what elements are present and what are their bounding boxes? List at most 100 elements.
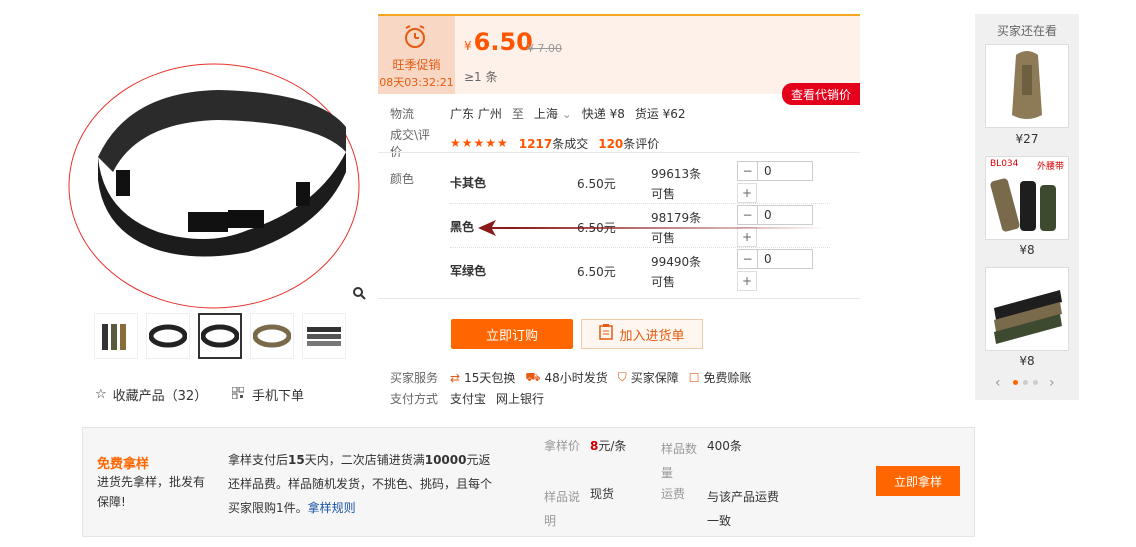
logistics-to-value: 上海	[533, 107, 558, 121]
reviews-count: 120	[598, 136, 624, 151]
sidebar-tag-extra: 外腰带	[1036, 162, 1064, 172]
carousel-dots	[1013, 380, 1038, 385]
thumbnail-3[interactable]	[198, 313, 242, 359]
truck-icon: ⛟	[525, 369, 541, 384]
mobile-order-button[interactable]: 手机下单	[231, 385, 305, 404]
payment-label: 支付方式	[390, 392, 439, 406]
sample-price: 8元/条	[590, 437, 626, 454]
sample-rule-link[interactable]: 拿样规则	[308, 501, 356, 515]
sample-price-label: 拿样价	[544, 439, 581, 453]
qty-stepper[interactable]: −0	[737, 161, 813, 181]
sidebar-product-3[interactable]	[985, 267, 1069, 351]
currency-symbol: ¥	[464, 39, 472, 53]
alarm-clock-icon	[405, 25, 425, 48]
service-credit[interactable]: ☐ 免费赊账	[689, 369, 752, 386]
qr-code-icon	[231, 386, 245, 403]
freight-fee: 货运 ¥62	[634, 107, 686, 121]
service-exchange[interactable]: ⇄ 15天包换	[450, 369, 515, 386]
qty-stepper[interactable]: −0	[737, 249, 813, 269]
also-viewed-sidebar: 买家还在看 ¥27 BL034 外腰带 ¥8 ¥8 ‹ ›	[975, 14, 1079, 400]
qty-input[interactable]: 0	[758, 250, 812, 268]
color-name: 黑色	[450, 220, 475, 234]
payment-alipay: 支付宝	[450, 392, 487, 406]
logistics-to-select[interactable]: 上海 ⌄	[534, 105, 572, 122]
color-price: 6.50元	[577, 265, 616, 279]
service-protection[interactable]: ⛉ 买家保障	[618, 369, 679, 386]
star-outline-icon: ☆	[95, 387, 107, 402]
sidebar-price: ¥8	[1019, 354, 1035, 368]
chevron-right-icon[interactable]: ›	[1049, 375, 1055, 391]
logistics-label: 物流	[390, 107, 415, 121]
services-row: 买家服务 ⇄ 15天包换 ⛟ 48小时发货 ⛉ 买家保障 ☐ 免费赊账	[390, 369, 752, 386]
agent-price-button[interactable]: 查看代销价	[782, 83, 860, 105]
sample-note-value: 现货	[590, 487, 615, 501]
service-label: 买家保障	[630, 371, 679, 385]
deals-label: 成交\评价	[390, 128, 431, 159]
product-main-image[interactable]	[68, 62, 360, 310]
row-divider	[450, 203, 830, 204]
add-to-cart-button[interactable]: 加入进货单	[581, 319, 703, 349]
get-sample-button[interactable]: 立即拿样	[876, 466, 960, 496]
order-now-button[interactable]: 立即订购	[451, 319, 573, 349]
sample-ship-label: 运费	[661, 487, 686, 501]
chevron-down-icon: ⌄	[561, 107, 572, 121]
deals-unit: 条成交	[552, 136, 589, 151]
sample-subtitle: 进货先拿样，批发有保障!	[97, 475, 206, 509]
thumbnail-1[interactable]	[94, 313, 138, 359]
promo-badge: 旺季促销 08天03:32:21	[378, 16, 455, 94]
favorite-button[interactable]: ☆ 收藏产品（32）	[95, 385, 207, 404]
thumbnail-2[interactable]	[146, 313, 190, 359]
service-label: 15天包换	[464, 371, 516, 385]
color-name: 卡其色	[450, 176, 487, 190]
service-label: 48小时发货	[544, 371, 608, 385]
qty-input[interactable]: 0	[758, 162, 812, 180]
price-value: 6.50	[473, 28, 533, 56]
current-price: ¥6.50	[464, 28, 533, 56]
services-label: 买家服务	[390, 371, 439, 385]
thumbnail-4[interactable]	[250, 313, 294, 359]
desc-amount: 10000	[424, 453, 467, 467]
carousel-dot[interactable]	[1023, 380, 1028, 385]
desc-days: 15	[288, 453, 305, 467]
sidebar-price: ¥27	[1015, 132, 1039, 146]
logistics-to-word: 至	[511, 107, 524, 121]
sidebar-tag: BL034	[990, 159, 1019, 169]
service-label: 免费赊账	[703, 371, 752, 385]
shield-icon: ⛉	[617, 370, 627, 384]
plus-icon[interactable]: +	[737, 271, 757, 291]
promo-label: 旺季促销	[392, 58, 441, 72]
add-to-cart-label: 加入进货单	[619, 328, 685, 344]
zoom-icon[interactable]	[348, 282, 370, 304]
deals-link[interactable]: 1217条成交	[519, 135, 588, 152]
sidebar-title: 买家还在看	[996, 24, 1057, 38]
sample-description: 拿样支付后15天内，二次店铺进货满10000元返还样品费。样品随机发货，不挑色、…	[228, 448, 498, 520]
divider	[378, 298, 860, 299]
express-fee: 快递 ¥8	[581, 107, 625, 121]
sample-note-label: 样品说明	[544, 490, 581, 528]
sidebar-product-1[interactable]	[985, 44, 1069, 128]
deals-count: 1217	[518, 136, 553, 151]
minus-icon[interactable]: −	[738, 162, 758, 180]
sample-qty-value: 400条	[707, 439, 742, 453]
row-divider	[450, 247, 830, 248]
color-label: 颜色	[390, 172, 415, 186]
clipboard-icon	[599, 324, 614, 344]
sidebar-product-2[interactable]: BL034 外腰带	[985, 156, 1069, 240]
sample-qty-label: 样品数量	[661, 442, 698, 480]
payment-bank: 网上银行	[496, 392, 545, 406]
color-stock: 99613条可售	[651, 167, 702, 201]
thumbnail-5[interactable]	[302, 313, 346, 359]
mobile-order-label: 手机下单	[252, 389, 305, 404]
desc-part: 天内，二次店铺进货满	[304, 453, 425, 467]
exchange-icon: ⇄	[450, 370, 461, 385]
reviews-link[interactable]: 120条评价	[598, 135, 659, 152]
plus-icon[interactable]: +	[737, 183, 757, 203]
promo-countdown: 08天03:32:21	[379, 76, 454, 89]
carousel-dot-active[interactable]	[1013, 380, 1018, 385]
favorite-label: 收藏产品（32）	[112, 389, 208, 404]
carousel-dot[interactable]	[1033, 380, 1038, 385]
minus-icon[interactable]: −	[738, 250, 758, 268]
chevron-left-icon[interactable]: ‹	[995, 375, 1001, 391]
service-shipping[interactable]: ⛟ 48小时发货	[525, 369, 607, 386]
color-stock: 99490条可售	[651, 255, 702, 289]
